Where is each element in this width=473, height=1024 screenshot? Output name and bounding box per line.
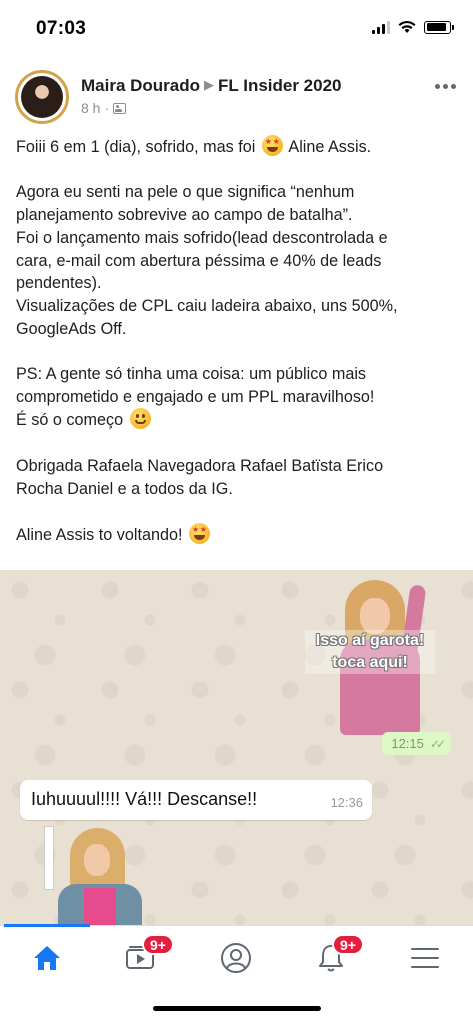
status-icons xyxy=(372,20,454,34)
chat-message-text: Iuhuuuul!!!! Vá!!! Descanse!! xyxy=(31,789,258,809)
status-time: 07:03 xyxy=(36,18,87,39)
post-line: Agora eu senti na pele o que significa “… xyxy=(16,183,355,202)
post-line: PS: A gente só tinha uma coisa: um públi… xyxy=(16,365,367,383)
post-text: Foiii 6 em 1 (dia), sofrido, mas foi Ali… xyxy=(16,135,459,547)
post-line: Visualizações de CPL caiu ladeira abaixo… xyxy=(16,296,398,315)
tab-watch[interactable]: 9+ xyxy=(94,926,188,990)
sticker-girl-high-five: Isso aí garota! toca aqui! xyxy=(305,580,455,740)
bottom-nav: 9+ 9+ xyxy=(0,924,473,990)
post-time[interactable]: 8 h xyxy=(81,100,100,116)
post-line: Obrigada Rafaela Navegadora Rafael Batïs… xyxy=(16,456,384,475)
signal-icon xyxy=(372,20,390,34)
watch-badge: 9+ xyxy=(142,934,174,955)
home-indicator[interactable] xyxy=(153,1006,321,1011)
chat-message-time: 12:36 xyxy=(330,795,363,810)
double-check-icon: ✓✓ xyxy=(429,736,446,751)
star-struck-emoji-icon xyxy=(261,135,283,156)
post-line: Rocha Daniel e a todos da IG. xyxy=(16,479,233,498)
wifi-icon xyxy=(398,20,416,33)
post-line: pendentes). xyxy=(16,274,102,293)
author-name[interactable]: Maira Dourado xyxy=(81,76,200,95)
post-line: planejamento sobrevive ao campo de batal… xyxy=(16,206,353,225)
post-line: GoogleAds Off. xyxy=(16,319,127,338)
post-meta: 8 h · xyxy=(81,100,127,116)
author-line: Maira Dourado ▶ FL Insider 2020 xyxy=(81,76,342,96)
more-options-icon[interactable] xyxy=(433,80,458,93)
star-struck-emoji-icon xyxy=(188,522,210,544)
arrow-right-icon: ▶ xyxy=(204,77,215,92)
post-line: Foiii 6 em 1 (dia), sofrido, mas foi Ali… xyxy=(16,135,459,159)
tab-home[interactable] xyxy=(0,926,94,990)
post-line: cara, e-mail com abertura péssima e 40% … xyxy=(16,251,382,270)
post-line: Foi o lançamento mais sofrido(lead desco… xyxy=(16,228,388,247)
smile-emoji-icon xyxy=(129,408,151,430)
post-line: comprometido e engajado e um PPL maravil… xyxy=(16,387,375,406)
sent-time-badge: 12:15 ✓✓ xyxy=(382,732,451,755)
post-line: Aline Assis to voltando! xyxy=(16,522,459,547)
tab-notifications[interactable]: 9+ xyxy=(284,926,378,990)
post-header: Maira Dourado ▶ FL Insider 2020 8 h · xyxy=(15,70,458,126)
group-name[interactable]: FL Insider 2020 xyxy=(218,76,341,95)
sticker-caption: Isso aí garota! toca aqui! xyxy=(305,630,435,674)
post-line: É só o começo xyxy=(16,408,459,432)
tab-menu[interactable] xyxy=(378,926,472,990)
tab-profile[interactable] xyxy=(189,926,283,990)
author-avatar[interactable] xyxy=(15,70,69,124)
profile-icon xyxy=(221,943,251,973)
post-image[interactable]: Isso aí garota! toca aqui! 12:15 ✓✓ Iuhuu… xyxy=(0,570,473,927)
group-privacy-icon xyxy=(113,102,127,114)
battery-icon xyxy=(424,20,454,34)
status-bar: 07:03 xyxy=(0,0,473,58)
sticker-girl-pink xyxy=(40,826,150,927)
notifications-badge: 9+ xyxy=(332,934,364,955)
home-icon xyxy=(34,946,60,970)
chat-bubble: Iuhuuuul!!!! Vá!!! Descanse!! 12:36 xyxy=(20,780,372,820)
menu-icon xyxy=(411,948,439,968)
mention-link[interactable]: Aline Assis. xyxy=(288,138,371,156)
